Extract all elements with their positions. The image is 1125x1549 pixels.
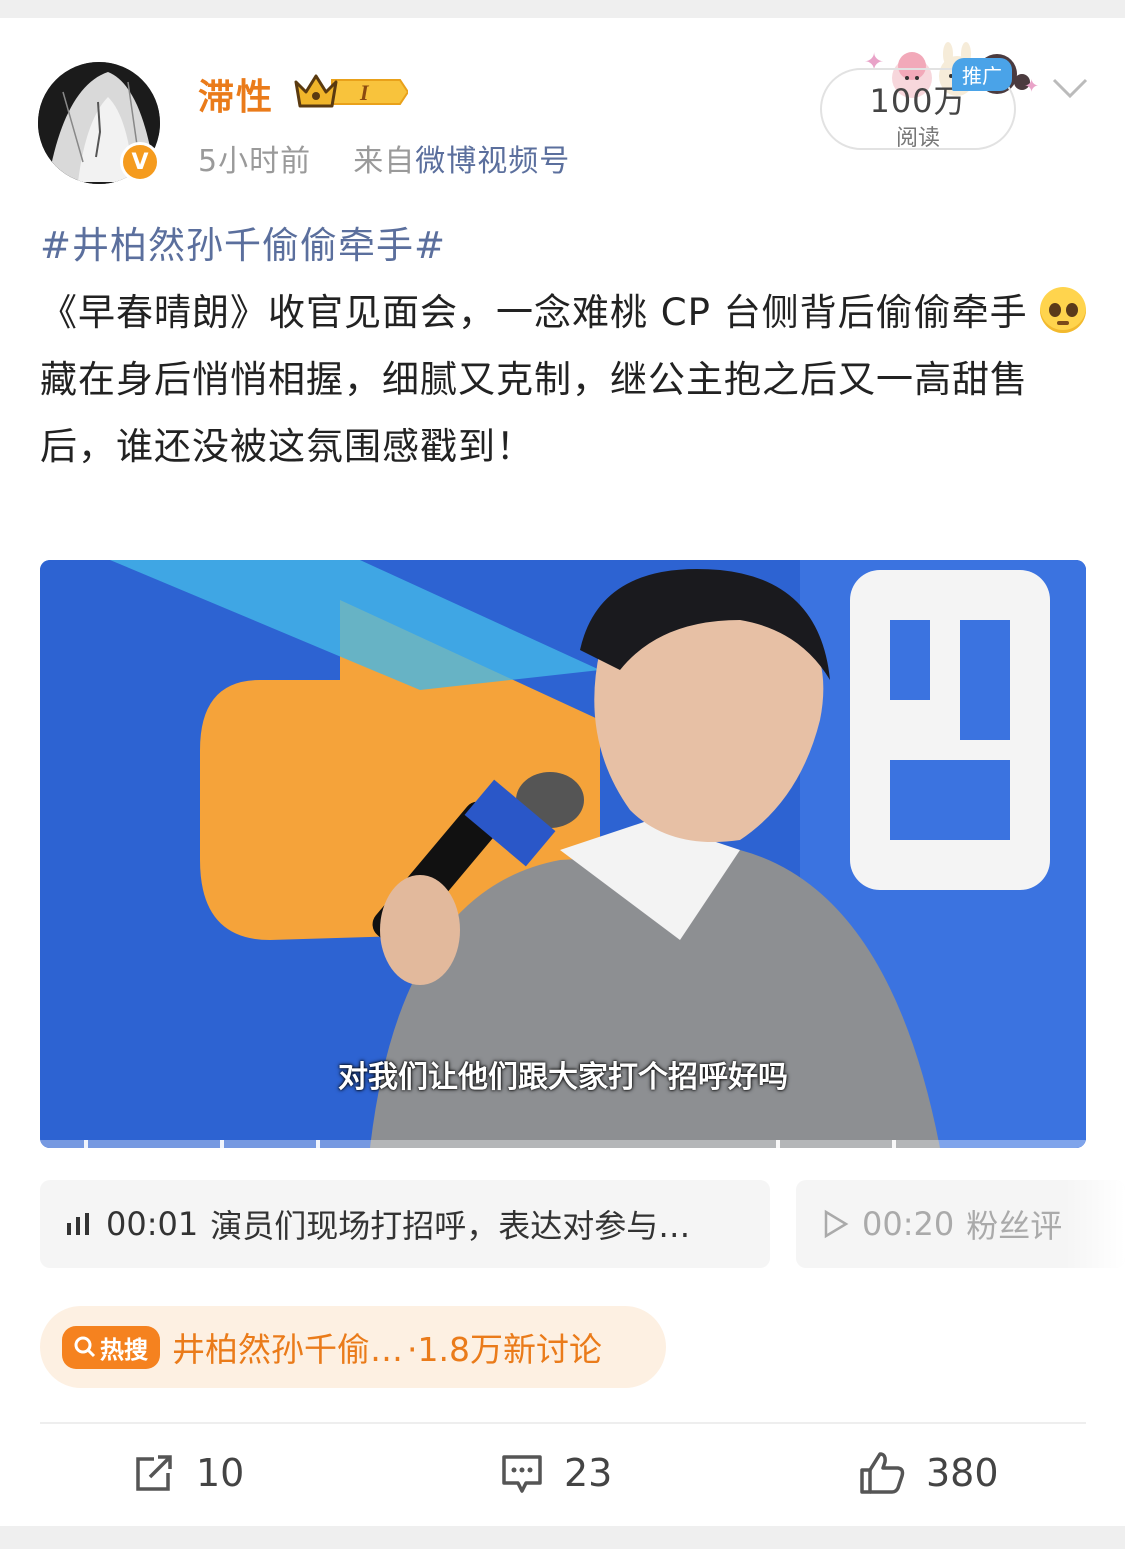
pleading-face-emoji-icon	[1040, 287, 1087, 333]
topic-hashtag-link[interactable]: #井柏然孙千偷偷牵手#	[40, 212, 1090, 279]
post-text: #井柏然孙千偷偷牵手# 《早春晴朗》收官见面会，一念难桃 CP 台侧背后偷偷牵手…	[40, 212, 1090, 480]
verified-badge-icon: V	[120, 142, 160, 182]
video-chapter-2[interactable]: 00:20 粉丝评	[796, 1180, 1125, 1268]
chapter-2-time: 00:20	[862, 1205, 955, 1243]
comment-button[interactable]: 23	[500, 1448, 612, 1498]
audio-bars-icon	[67, 1213, 89, 1235]
thumbs-up-icon	[860, 1452, 905, 1494]
comment-count: 23	[564, 1451, 613, 1495]
hot-search-badge-label: 热搜	[100, 1335, 148, 1364]
chapter-1-time: 00:01	[106, 1205, 199, 1243]
hot-search-badge: 热搜	[62, 1325, 160, 1369]
video-chapter-1[interactable]: 00:01 演员们现场打招呼，表达对参与…	[40, 1180, 770, 1268]
post-line-2: 藏在身后悄悄相握，细腻又克制，继公主抱之后又一高甜售后，谁还没被这氛围感戳到！	[40, 358, 1028, 468]
chapter-fade	[1065, 1180, 1125, 1268]
play-icon	[824, 1209, 849, 1239]
hot-search-count: ·1.8万新讨论	[407, 1330, 602, 1369]
repost-icon	[136, 1455, 172, 1491]
source-link[interactable]: 微博视频号	[415, 144, 570, 179]
post-meta: 5小时前 来自微博视频号	[198, 136, 570, 180]
promo-tag: 推广	[952, 58, 1012, 91]
video-progress-bar[interactable]	[40, 1140, 1086, 1148]
member-crown-badge-icon[interactable]: I	[292, 70, 410, 114]
username-link[interactable]: 滞性	[198, 68, 274, 120]
weibo-post-card: ✦ ✦ V 滞性 I 5小时前 来自微博视频号 100万 阅读 推广 #井柏然孙…	[0, 18, 1125, 1526]
chapter-2-text: 粉丝评	[966, 1207, 1063, 1245]
member-level-text: I	[359, 80, 370, 105]
repost-button[interactable]: 10	[132, 1448, 244, 1498]
like-count: 380	[926, 1451, 999, 1495]
hot-search-topic: 井柏然孙千偷…	[172, 1330, 403, 1369]
chevron-down-icon[interactable]	[1050, 76, 1090, 102]
divider	[40, 1422, 1086, 1424]
comment-icon	[502, 1455, 542, 1493]
chapter-1-text: 演员们现场打招呼，表达对参与…	[210, 1207, 691, 1245]
post-line-1: 《早春晴朗》收官见面会，一念难桃 CP 台侧背后偷偷牵手	[40, 291, 1028, 334]
source-prefix: 来自	[353, 144, 416, 179]
svg-text:✦: ✦	[1024, 76, 1039, 97]
hot-search-pill[interactable]: 热搜 井柏然孙千偷… ·1.8万新讨论	[40, 1306, 666, 1388]
like-button[interactable]: 380	[858, 1448, 999, 1498]
repost-count: 10	[196, 1451, 245, 1495]
video-subtitle: 对我们让他们跟大家打个招呼好吗	[338, 1060, 788, 1095]
post-time: 5小时前	[198, 144, 312, 179]
read-label: 阅读	[895, 126, 940, 151]
search-icon	[74, 1336, 96, 1358]
video-player[interactable]: 对我们让他们跟大家打个招呼好吗	[40, 560, 1086, 1148]
